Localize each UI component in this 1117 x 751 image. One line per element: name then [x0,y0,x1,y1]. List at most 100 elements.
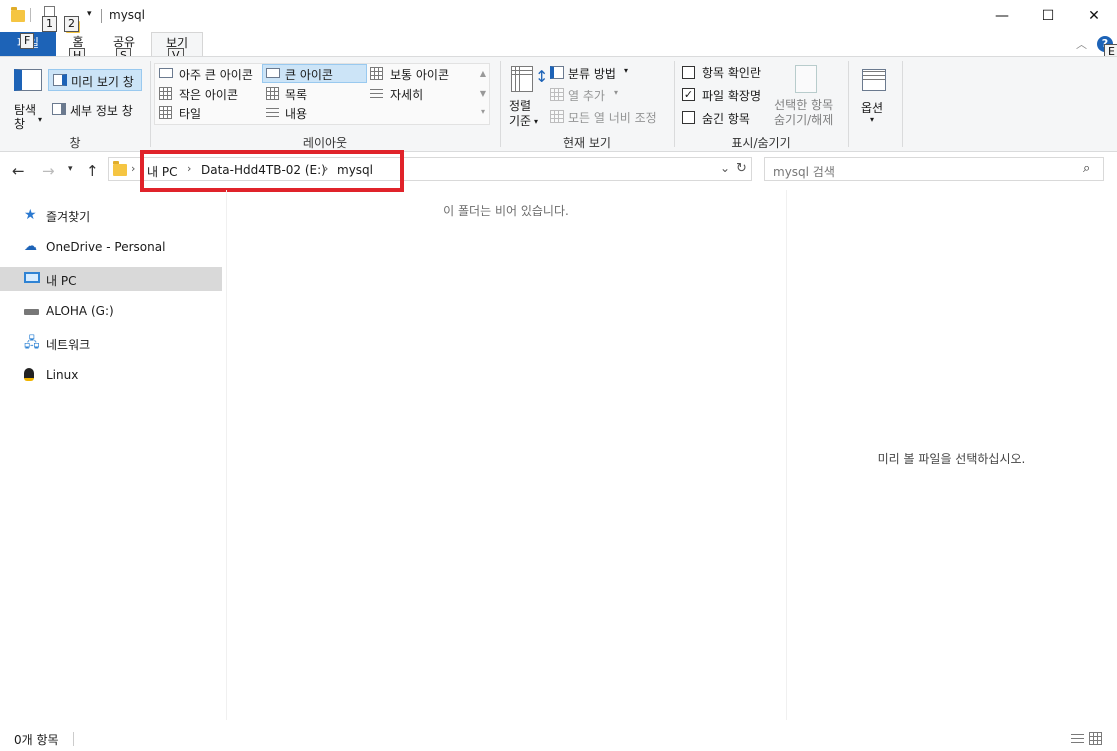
group-by-icon [550,66,564,79]
layout-details-label: 자세히 [390,88,424,102]
details-view-toggle-icon[interactable] [1071,733,1084,745]
details-pane-label: 세부 정보 창 [70,104,133,118]
nav-item-label: 네트워크 [46,338,91,352]
sort-by-label: 정렬 기준 [509,99,532,128]
gallery-scroll-down-icon[interactable]: ▼ [477,89,489,98]
add-columns-dropdown-icon: ▾ [614,88,619,97]
size-columns-label: 모든 열 너비 조정 [568,111,657,125]
size-columns-icon [550,110,564,123]
content-view-icon [266,107,279,119]
address-history-dropdown-icon[interactable]: ⌄ [720,161,730,175]
group-by-label: 분류 방법 [568,67,616,81]
tab-home-label: 홈 [72,35,84,49]
options-icon [862,69,886,91]
medium-icons-icon [370,67,383,80]
navigation-pane: ★ 즐겨찾기 ☁ OneDrive - Personal 내 PC ALOHA … [0,190,226,730]
refresh-icon[interactable]: ↻ [736,161,747,176]
layout-group-label: 레이아웃 [302,136,348,150]
search-icon[interactable]: ⌕ [1083,161,1090,176]
layout-small-label: 작은 아이콘 [179,88,239,102]
keytip-f: F [20,33,35,49]
nav-item-aloha-drive[interactable]: ALOHA (G:) [0,299,222,323]
network-icon: 🖧 [24,335,40,351]
nav-pane-label: 탐색 창 [14,103,37,131]
window-title: mysql [109,8,145,22]
customize-qat-icon[interactable]: ▾ [87,9,92,19]
nav-item-label: 내 PC [46,274,77,288]
sort-by-button[interactable]: ↕ 정렬 기준 ▾ [505,63,549,131]
panes-group-label: 창 [69,136,81,150]
layout-extra-large-label: 아주 큰 아이콘 [179,68,253,82]
collapse-ribbon-icon[interactable]: ︿ [1076,36,1087,52]
nav-item-this-pc[interactable]: 내 PC [0,267,222,291]
file-extensions-label: 파일 확장명 [702,89,762,103]
pc-icon [24,272,40,286]
nav-item-label: ALOHA (G:) [46,304,114,318]
details-pane-icon [52,103,66,115]
layout-tiles-label: 타일 [179,107,202,121]
preview-pane-icon [53,74,67,86]
large-icons-view-toggle-icon[interactable] [1089,732,1102,745]
back-icon[interactable]: ← [12,162,25,180]
details-view-icon [370,88,383,100]
layout-content-label: 내용 [285,107,308,121]
nav-item-quick-access[interactable]: ★ 즐겨찾기 [0,203,222,227]
layout-list-label: 목록 [285,88,308,102]
hide-selected-icon [795,65,817,93]
star-icon: ★ [24,207,37,223]
sort-arrow-icon: ↕ [535,67,549,86]
current-view-group-label: 현재 보기 [563,136,611,150]
tab-share-label: 공유 [112,35,136,49]
search-box[interactable]: mysql 검색 ⌕ [764,157,1104,181]
drive-icon [24,304,39,318]
item-count: 0개 항목 [14,733,59,747]
nav-item-linux[interactable]: Linux [0,363,222,387]
up-icon[interactable]: ↑ [86,162,99,180]
nav-item-onedrive[interactable]: ☁ OneDrive - Personal [0,235,222,259]
options-button[interactable]: 옵션 ▾ [852,63,896,131]
hidden-items-label: 숨긴 항목 [702,112,750,126]
nav-item-network[interactable]: 🖧 네트워크 [0,331,222,355]
preview-pane-message: 미리 볼 파일을 선택하십시오. [877,452,1026,466]
file-extensions-checkbox[interactable]: ✓ [682,88,695,101]
linux-icon [24,368,34,384]
nav-pane-button[interactable]: 탐색 창 ▾ [8,63,48,131]
close-button[interactable]: ✕ [1071,0,1117,32]
item-checkboxes-label: 항목 확인란 [702,66,762,80]
keytip-2: 2 [64,16,79,32]
preview-pane-button[interactable]: 미리 보기 창 [48,69,142,91]
recent-locations-icon[interactable]: ▾ [68,164,73,174]
large-icons-icon [266,68,280,78]
nav-item-label: OneDrive - Personal [46,240,166,254]
search-placeholder: mysql 검색 [773,165,835,179]
extra-large-icons-icon [159,68,173,78]
group-separator [902,61,903,147]
item-checkboxes-checkbox[interactable] [682,66,695,79]
small-icons-icon [159,87,172,100]
hide-selected-label: 선택한 항목 숨기기/해제 [774,98,834,127]
sort-by-dropdown-icon: ▾ [534,117,539,126]
add-columns-icon [550,88,564,101]
hidden-items-checkbox[interactable] [682,111,695,124]
pane-divider[interactable] [226,190,227,720]
minimize-button[interactable]: — [979,0,1025,32]
show-hide-group-label: 표시/숨기기 [731,136,791,150]
folder-icon [11,7,25,22]
annotation-highlight-box [140,150,404,192]
group-separator [848,61,849,147]
details-pane-button[interactable]: 세부 정보 창 [48,99,142,121]
forward-icon[interactable]: → [42,162,55,180]
list-view-icon [266,87,279,100]
gallery-expand-icon[interactable]: ▾ [477,107,489,116]
gallery-scroll-up-icon[interactable]: ▲ [477,69,489,78]
breadcrumb-root-chevron-icon[interactable]: › [131,162,135,175]
cloud-icon: ☁ [24,239,37,254]
ribbon-tabs: 파일 F 홈 H 공유 S 보기 V [0,32,1117,64]
options-label: 옵션 [861,101,884,115]
qat-separator [30,8,31,22]
layout-large-label: 큰 아이콘 [285,68,333,82]
nav-pane-dropdown-icon: ▾ [38,115,43,124]
group-by-dropdown-icon: ▾ [624,66,629,75]
hide-selected-button[interactable]: 선택한 항목 숨기기/해제 [772,63,842,131]
maximize-button[interactable]: ☐ [1025,0,1071,32]
